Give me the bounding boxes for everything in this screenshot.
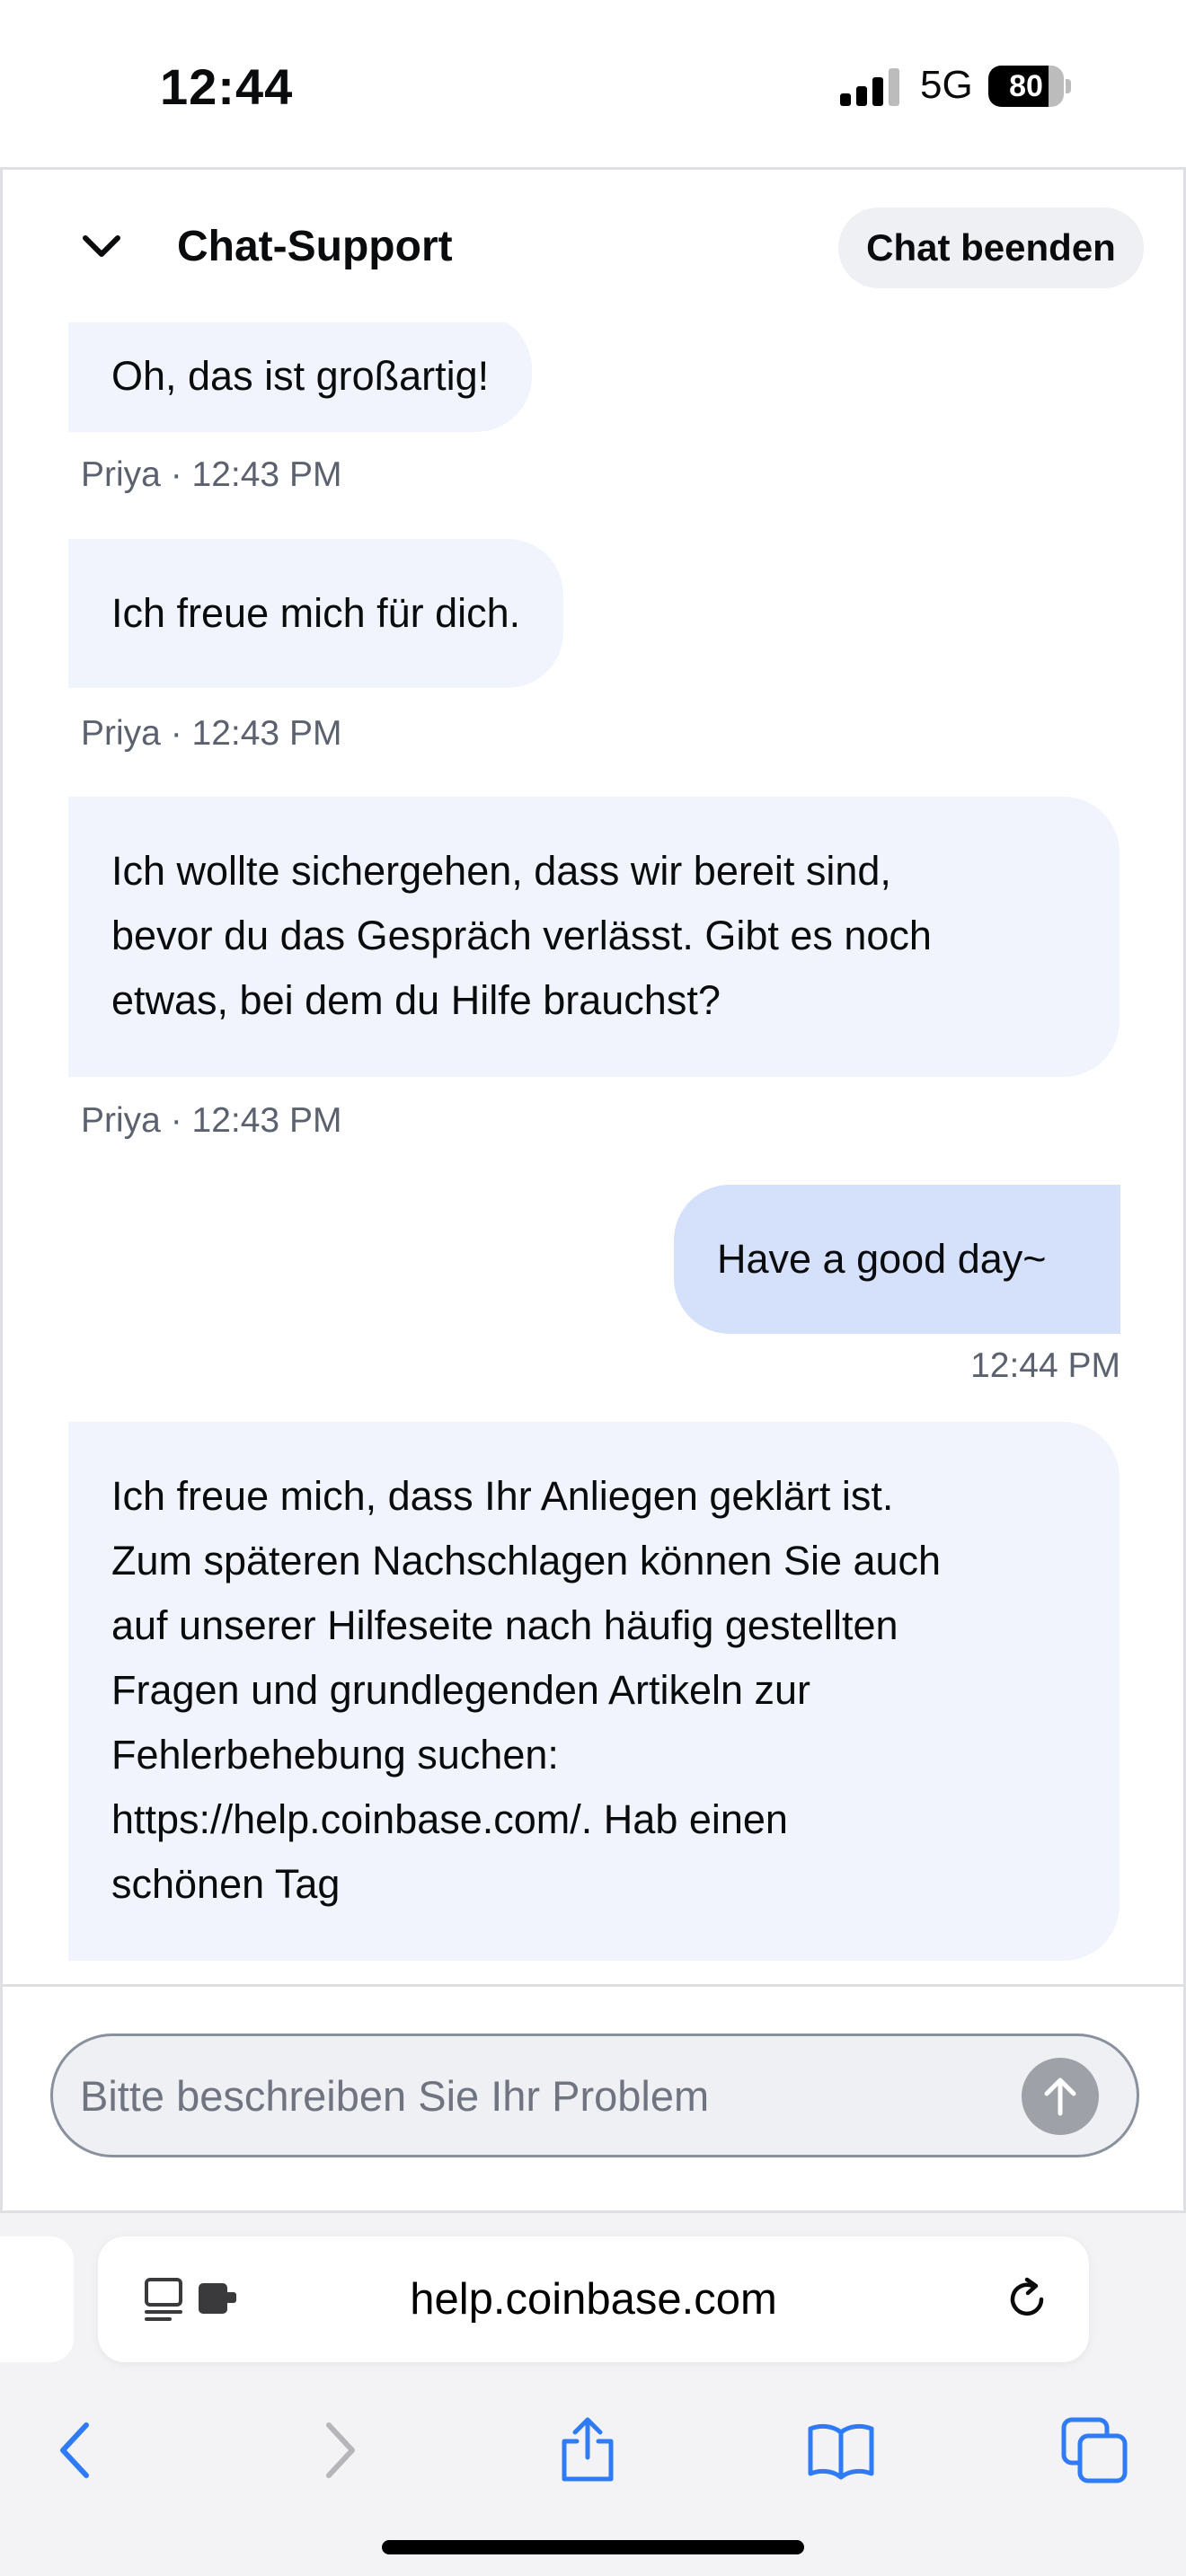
network-type: 5G — [920, 63, 973, 107]
message-meta: 12:44 PM — [970, 1346, 1120, 1385]
cellular-signal-icon — [840, 66, 901, 106]
home-indicator — [382, 2540, 804, 2554]
browser-toolbar — [0, 2393, 1186, 2510]
chat-title: Chat-Support — [177, 223, 453, 270]
tabs-icon[interactable] — [1058, 2414, 1130, 2486]
status-time: 12:44 — [160, 58, 294, 115]
previous-tab-peek[interactable] — [0, 2236, 74, 2362]
message-meta: Priya · 12:43 PM — [81, 714, 342, 753]
agent-message: Ich freue mich, dass Ihr Anliegen geklär… — [68, 1422, 1120, 1961]
bookmarks-icon[interactable] — [805, 2414, 877, 2486]
agent-message: Oh, das ist großartig! — [68, 322, 533, 432]
send-arrow-icon — [1044, 2078, 1076, 2116]
message-text: Ich freue mich für dich. — [111, 590, 521, 636]
reader-icon — [145, 2278, 182, 2321]
message-line: Zum späteren Nachschlagen können Sie auc… — [111, 1538, 942, 1584]
message-text: Oh, das ist großartig! — [111, 353, 490, 399]
chevron-down-icon[interactable] — [75, 220, 128, 274]
message-line: bevor du das Gespräch verlässt. Gibt es … — [111, 913, 932, 958]
user-message: Have a good day~ — [674, 1185, 1120, 1334]
message-line: Fehlerbehebung suchen: — [111, 1732, 559, 1778]
agent-message: Ich wollte sichergehen, dass wir bereit … — [68, 797, 1120, 1077]
forward-icon[interactable] — [302, 2414, 374, 2486]
message-line: Fragen und grundlegenden Artikeln zur — [111, 1667, 811, 1713]
battery-icon: 80 — [988, 66, 1071, 107]
back-icon[interactable] — [41, 2414, 113, 2486]
chat-header: Chat-Support Chat beenden — [3, 170, 1183, 322]
agent-message: Ich freue mich für dich. — [68, 539, 564, 688]
extension-icon — [199, 2283, 236, 2314]
message-meta: Priya · 12:43 PM — [81, 455, 342, 494]
message-line: etwas, bei dem du Hilfe brauchst? — [111, 977, 721, 1023]
end-chat-button[interactable]: Chat beenden — [838, 207, 1144, 288]
address-bar[interactable]: help.coinbase.com — [98, 2236, 1089, 2362]
message-line: schönen Tag — [111, 1861, 341, 1907]
message-line: Ich freue mich, dass Ihr Anliegen geklär… — [111, 1473, 894, 1519]
message-list[interactable]: Oh, das ist großartig! Priya · 12:43 PM … — [3, 322, 1183, 1984]
composer-area — [3, 1984, 1183, 2210]
status-bar: 12:44 5G 80 — [0, 0, 1186, 167]
message-line: https://help.coinbase.com/. Hab einen — [111, 1796, 788, 1842]
chat-panel: Chat-Support Chat beenden Oh, das ist gr… — [0, 167, 1186, 2213]
share-icon[interactable] — [552, 2414, 624, 2486]
send-button[interactable] — [1022, 2058, 1099, 2135]
battery-percent: 80 — [1009, 69, 1043, 103]
message-composer — [50, 2033, 1139, 2157]
reload-icon[interactable] — [1000, 2272, 1054, 2326]
message-text: Have a good day~ — [717, 1236, 1047, 1282]
message-line: auf unserer Hilfeseite nach häufig geste… — [111, 1602, 898, 1648]
message-input[interactable] — [80, 2036, 978, 2155]
message-line: Ich wollte sichergehen, dass wir bereit … — [111, 848, 891, 894]
browser-chrome: help.coinbase.com — [0, 2213, 1186, 2576]
reader-icon[interactable] — [143, 2274, 251, 2325]
message-meta: Priya · 12:43 PM — [81, 1101, 342, 1140]
